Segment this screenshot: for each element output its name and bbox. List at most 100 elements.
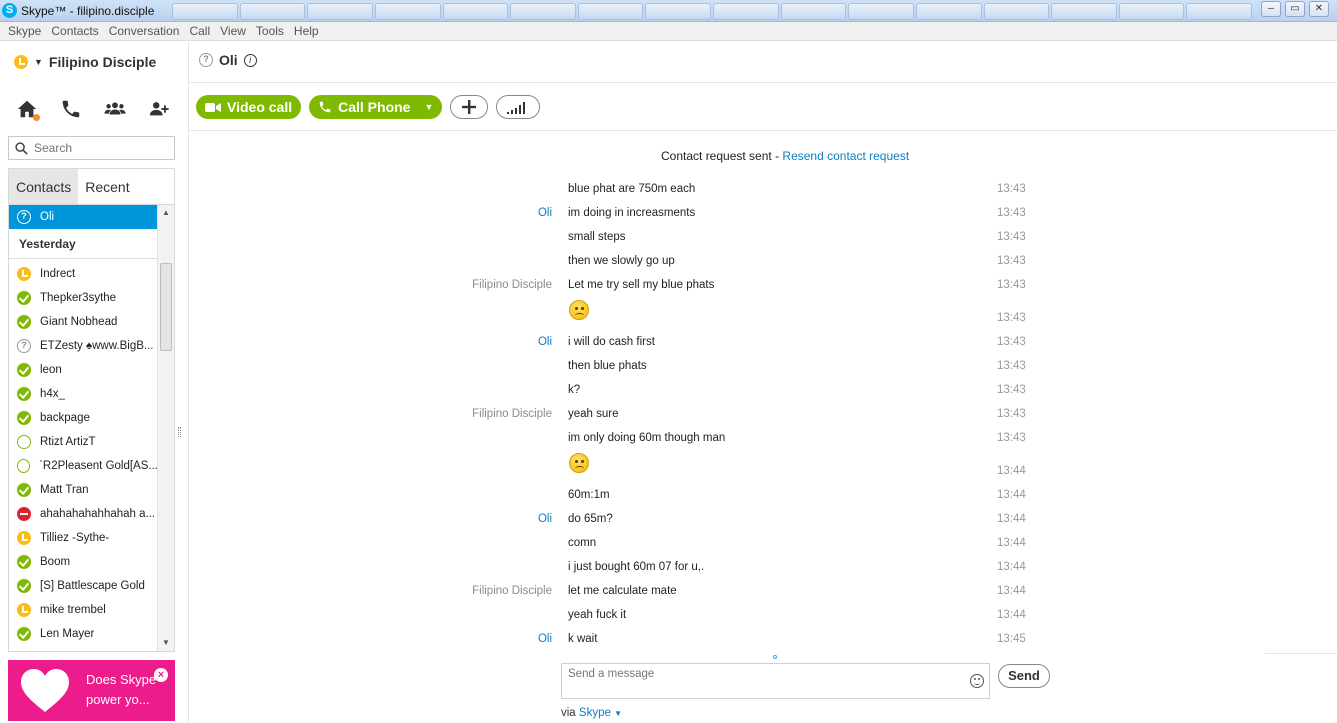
call-quality-button[interactable]: [496, 95, 541, 119]
contact-item[interactable]: Boom: [9, 550, 158, 574]
scroll-up-icon[interactable]: ▲: [158, 205, 174, 221]
message-row: Filipino Disciple Let me try sell my blue…: [189, 274, 1337, 298]
menu-bar: Skype Contacts Conversation Call View To…: [0, 22, 1337, 41]
contact-item[interactable]: Indrect: [9, 262, 158, 286]
contact-item[interactable]: h4x_: [9, 382, 158, 406]
minimize-button[interactable]: –: [1261, 1, 1281, 17]
contact-item[interactable]: Len Mayer: [9, 622, 158, 646]
search-box[interactable]: [8, 136, 175, 160]
menu-view[interactable]: View: [215, 24, 251, 38]
tab-contacts[interactable]: Contacts: [9, 169, 79, 204]
message-text: 60m:1m: [568, 489, 610, 501]
message-row: then we slowly go up 13:43: [189, 250, 1337, 274]
message-text: yeah fuck it: [568, 609, 627, 621]
promo-close-button[interactable]: ×: [154, 668, 168, 682]
call-phone-button[interactable]: Call Phone ▼: [309, 95, 443, 119]
message-compose-box[interactable]: [561, 663, 990, 699]
conversation-title[interactable]: Oli: [219, 52, 238, 68]
send-button[interactable]: Send: [998, 664, 1050, 688]
tab-recent[interactable]: Recent: [78, 169, 136, 204]
menu-help[interactable]: Help: [289, 24, 324, 38]
home-button[interactable]: [14, 97, 40, 121]
online-status-icon: [17, 411, 31, 425]
menu-contacts[interactable]: Contacts: [46, 24, 103, 38]
message-sender[interactable]: Filipino Disciple: [472, 279, 552, 291]
call-toolbar: Video call Call Phone ▼: [196, 95, 541, 119]
message-sender[interactable]: Oli: [538, 513, 552, 525]
contact-item[interactable]: Giant Nobhead: [9, 310, 158, 334]
message-timestamp: 13:43: [997, 384, 1026, 396]
message-timestamp: 13:45: [997, 633, 1026, 645]
contact-item-oli[interactable]: ? Oli: [9, 205, 158, 229]
message-text: k wait: [568, 633, 598, 645]
chevron-down-icon[interactable]: ▼: [614, 709, 622, 718]
message-timestamp: 13:44: [997, 585, 1026, 597]
video-call-button[interactable]: Video call: [196, 95, 302, 119]
add-participants-button[interactable]: [450, 95, 489, 119]
message-row: Filipino Disciple let me calculate mate 13…: [189, 580, 1337, 604]
message-row: 13:44: [189, 451, 1337, 484]
contact-list-scrollbar[interactable]: ▲ ▼: [157, 205, 174, 651]
scroll-down-icon[interactable]: ▼: [158, 635, 174, 651]
message-input[interactable]: [568, 668, 958, 694]
contact-name: [S] Battlescape Gold: [40, 580, 145, 592]
online-status-icon: [17, 627, 31, 641]
menu-conversation[interactable]: Conversation: [104, 24, 185, 38]
message-row: 60m:1m 13:44: [189, 484, 1337, 508]
contact-item[interactable]: ? ETZesty ♠www.BigB...: [9, 334, 158, 358]
send-via-selector[interactable]: via Skype ▼: [561, 707, 622, 719]
menu-skype[interactable]: Skype: [3, 24, 46, 38]
worried-emoticon-icon: [569, 300, 589, 320]
message-timestamp: 13:44: [997, 537, 1026, 549]
pending-status-icon: ?: [17, 210, 31, 224]
panel-splitter-handle[interactable]: [178, 427, 181, 437]
menu-tools[interactable]: Tools: [251, 24, 289, 38]
contact-item[interactable]: Matt Tran: [9, 478, 158, 502]
add-contact-button[interactable]: [146, 97, 172, 121]
message-row: Oli im doing in increasments 13:43: [189, 202, 1337, 226]
quick-actions: [14, 97, 172, 121]
message-row: comn 13:44: [189, 532, 1337, 556]
message-sender[interactable]: Filipino Disciple: [472, 585, 552, 597]
message-sender[interactable]: Oli: [538, 207, 552, 219]
request-status-text: Contact request sent -: [661, 149, 783, 163]
via-skype-link[interactable]: Skype: [579, 707, 611, 719]
close-window-button[interactable]: ✕: [1309, 1, 1329, 17]
call-phones-button[interactable]: [58, 97, 84, 121]
contact-item[interactable]: `R2Pleasent Gold[AS...: [9, 454, 158, 478]
call-phone-label: Call Phone: [338, 99, 411, 115]
contact-item[interactable]: [S] Battlescape Gold: [9, 574, 158, 598]
contact-item[interactable]: mike trembel: [9, 598, 158, 622]
contact-item[interactable]: Thepker3sythe: [9, 286, 158, 310]
emoticon-picker-icon[interactable]: [970, 674, 984, 688]
contact-item[interactable]: leon: [9, 358, 158, 382]
create-group-button[interactable]: [102, 97, 128, 121]
resend-request-link[interactable]: Resend contact request: [782, 149, 909, 163]
scroll-thumb[interactable]: [160, 263, 172, 351]
contact-item[interactable]: ahahahahahhahah a...: [9, 502, 158, 526]
maximize-button[interactable]: ▭: [1285, 1, 1305, 17]
message-sender[interactable]: Oli: [538, 336, 552, 348]
contact-item[interactable]: Tilliez -Sythe-: [9, 526, 158, 550]
message-row: Filipino Disciple yeah sure 13:43: [189, 403, 1337, 427]
message-timestamp: 13:44: [997, 513, 1026, 525]
message-timestamp: 13:43: [997, 279, 1026, 291]
contact-name: Giant Nobhead: [40, 316, 118, 328]
dnd-status-icon: [17, 507, 31, 521]
chevron-down-icon[interactable]: ▼: [424, 102, 433, 112]
message-sender[interactable]: Filipino Disciple: [472, 408, 552, 420]
contact-item[interactable]: backpage: [9, 406, 158, 430]
message-sender[interactable]: Oli: [538, 633, 552, 645]
contact-name: Len Mayer: [40, 628, 95, 640]
message-text: do 65m?: [568, 513, 613, 525]
pending-status-icon: ?: [199, 53, 213, 67]
search-input[interactable]: [34, 141, 164, 155]
mood-message-icon[interactable]: i: [243, 53, 257, 67]
contact-item[interactable]: Rtizt ArtizT: [9, 430, 158, 454]
message-text: i just bought 60m 07 for u,.: [568, 561, 705, 573]
menu-call[interactable]: Call: [184, 24, 215, 38]
contact-name: h4x_: [40, 388, 65, 400]
profile-status-menu[interactable]: ▼ Filipino Disciple: [14, 54, 156, 70]
message-row: Oli k wait 13:45: [189, 628, 1337, 652]
promo-banner[interactable]: Does Skype power yo... ×: [8, 660, 175, 721]
